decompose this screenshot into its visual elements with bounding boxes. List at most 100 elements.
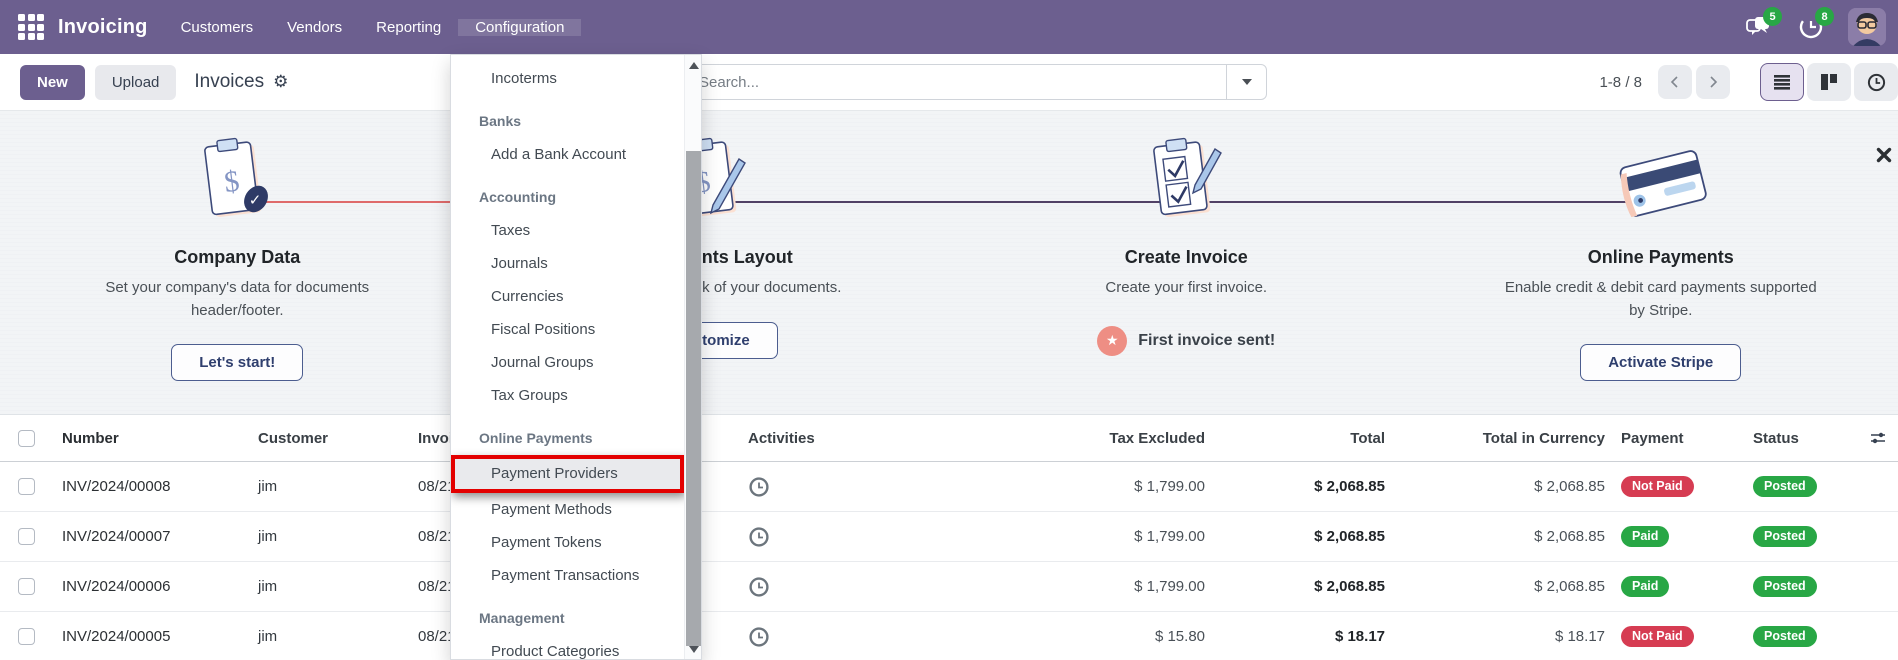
create-invoice-checklist-icon [1145,131,1227,235]
activity-clock-icon [748,476,770,498]
upload-button[interactable]: Upload [95,65,177,100]
menu-item-payment-transactions[interactable]: Payment Transactions [451,559,684,592]
lets-start-button[interactable]: Let's start! [171,344,303,381]
menu-section-accounting: Accounting [451,181,684,214]
col-total-in-currency[interactable]: Total in Currency [1390,430,1610,447]
menu-item-journals[interactable]: Journals [451,247,684,280]
user-avatar[interactable] [1848,8,1886,46]
new-button[interactable]: New [20,65,85,100]
row-checkbox[interactable] [18,578,35,595]
menu-reporting[interactable]: Reporting [359,19,458,36]
tax-excluded-amount: $ 15.80 [860,628,1210,645]
menu-section-banks: Banks [451,105,684,138]
invoice-number: INV/2024/00005 [48,628,244,645]
total-in-currency-amount: $ 18.17 [1390,628,1610,645]
activity-cell[interactable] [740,626,860,648]
step-description: Create your first invoice. [1105,277,1267,300]
col-number[interactable]: Number [48,430,244,447]
menu-item-add-bank-account[interactable]: Add a Bank Account [451,138,684,171]
col-customer[interactable]: Customer [244,430,404,447]
menu-item-product-categories[interactable]: Product Categories [451,635,684,659]
search-dropdown-toggle[interactable] [1226,65,1266,99]
search-input[interactable] [611,65,1226,99]
menu-item-payment-tokens[interactable]: Payment Tokens [451,526,684,559]
table-row[interactable]: INV/2024/00008 jim 08/21/2024 $ 1,799.00… [0,462,1898,512]
menu-item-payment-methods[interactable]: Payment Methods [451,493,684,526]
breadcrumb-title: Invoices [194,71,264,93]
menu-item-journal-groups[interactable]: Journal Groups [451,346,684,379]
kanban-view-icon [1820,73,1838,91]
activity-cell[interactable] [740,576,860,598]
main-menu: Customers Vendors Reporting Configuratio… [164,19,582,36]
tax-excluded-amount: $ 1,799.00 [860,528,1210,545]
total-amount: $ 2,068.85 [1210,478,1390,495]
done-label: First invoice sent! [1138,332,1275,350]
navbar-right: 5 8 [1744,0,1898,54]
menu-item-payment-providers[interactable]: Payment Providers [451,455,684,493]
col-tax-excluded[interactable]: Tax Excluded [860,430,1210,447]
optional-columns-button[interactable] [1858,430,1898,446]
customer-name: jim [244,578,404,595]
scrollbar-up-arrow[interactable] [685,57,702,73]
menu-item-incoterms[interactable]: Incoterms [451,62,684,95]
row-checkbox[interactable] [18,628,35,645]
step-company-data: $ ✓ Company Data Set your company's data… [0,111,475,414]
total-in-currency-amount: $ 2,068.85 [1390,478,1610,495]
select-all-checkbox[interactable] [18,430,35,447]
list-view-button[interactable] [1760,63,1804,101]
app-brand[interactable]: Invoicing [58,16,148,39]
step-description: Enable credit & debit card payments supp… [1501,277,1821,322]
row-checkbox[interactable] [18,478,35,495]
onboarding-steps: $ ✓ Company Data Set your company's data… [0,111,1898,414]
menu-customers[interactable]: Customers [164,19,271,36]
view-switcher [1760,63,1898,101]
scrollbar-down-arrow[interactable] [685,641,702,657]
total-amount: $ 2,068.85 [1210,578,1390,595]
col-status[interactable]: Status [1740,430,1858,447]
table-row[interactable]: INV/2024/00006 jim 08/21/2024 $ 1,799.00… [0,562,1898,612]
dropdown-scrollbar[interactable] [684,55,701,659]
row-checkbox[interactable] [18,528,35,545]
messages-count-badge: 5 [1763,7,1782,26]
first-invoice-sent-chip: ★ First invoice sent! [1097,326,1275,356]
total-amount: $ 2,068.85 [1210,528,1390,545]
customer-name: jim [244,528,404,545]
configuration-dropdown-menu: Incoterms Banks Add a Bank Account Accou… [450,54,702,660]
step-description: Set your company's data for documents he… [77,277,397,322]
search-bar [610,64,1267,100]
star-icon: ★ [1097,326,1127,356]
menu-item-currencies[interactable]: Currencies [451,280,684,313]
pager-next-button[interactable] [1696,65,1730,99]
col-payment[interactable]: Payment [1610,430,1740,447]
scrollbar-thumb[interactable] [686,151,701,646]
messages-icon[interactable]: 5 [1744,12,1774,42]
gear-icon[interactable]: ⚙ [273,72,288,92]
menu-vendors[interactable]: Vendors [270,19,359,36]
control-panel: New Upload Invoices ⚙ 1-8 / 8 [0,54,1898,110]
menu-configuration[interactable]: Configuration [458,19,581,36]
activity-cell[interactable] [740,526,860,548]
table-row[interactable]: INV/2024/00005 jim 08/21/2024 $ 15.80 $ … [0,612,1898,660]
onboarding-panel: $ ✓ Company Data Set your company's data… [0,110,1898,415]
chevron-left-icon [1668,75,1682,89]
menu-item-fiscal-positions[interactable]: Fiscal Positions [451,313,684,346]
activity-clock-icon [748,526,770,548]
svg-text:✓: ✓ [249,192,262,209]
step-title: Create Invoice [1125,247,1248,268]
status-badge: Posted [1753,576,1817,597]
activate-stripe-button[interactable]: Activate Stripe [1580,344,1741,381]
menu-item-taxes[interactable]: Taxes [451,214,684,247]
activity-view-button[interactable] [1854,63,1898,101]
menu-item-tax-groups[interactable]: Tax Groups [451,379,684,412]
tax-excluded-amount: $ 1,799.00 [860,478,1210,495]
activity-cell[interactable] [740,476,860,498]
kanban-view-button[interactable] [1807,63,1851,101]
col-total[interactable]: Total [1210,430,1390,447]
apps-grid-icon[interactable] [18,14,44,40]
col-activities[interactable]: Activities [740,430,860,447]
activities-icon[interactable]: 8 [1796,12,1826,42]
pager-previous-button[interactable] [1658,65,1692,99]
table-row[interactable]: INV/2024/00007 jim 08/21/2024 $ 1,799.00… [0,512,1898,562]
chevron-down-icon [1242,79,1252,85]
step-online-payments: Online Payments Enable credit & debit ca… [1424,111,1898,414]
